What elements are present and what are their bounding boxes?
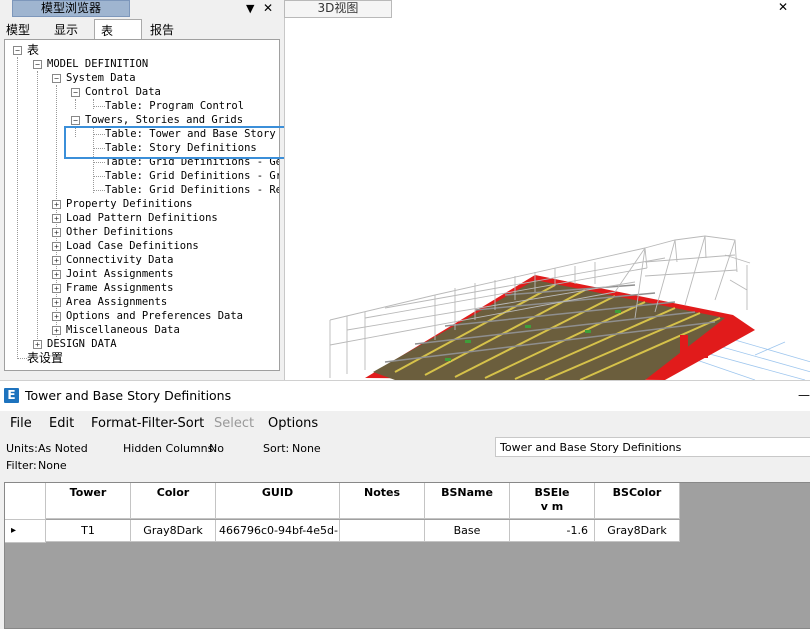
tables-tree: − 表 − MODEL DEFINITION − System Data − C… (4, 39, 280, 371)
pin-dropdown-icon[interactable]: ▼ (246, 1, 254, 16)
tree-node-label: 表 (27, 43, 40, 57)
tree-node-label: Towers, Stories and Grids (85, 114, 244, 126)
close-icon[interactable]: ✕ (778, 0, 788, 15)
tab-reports[interactable]: 报告 (144, 19, 180, 38)
table-cell[interactable]: -1.6 (510, 520, 595, 542)
tree-leaf-program-control[interactable]: Table: Program Control (105, 99, 244, 113)
tab-model[interactable]: 模型 (0, 19, 36, 38)
hidden-columns-value: No (209, 442, 224, 455)
filter-label: Filter: (6, 459, 37, 472)
table-cell[interactable]: 466796c0-94bf-4e5d-... (216, 520, 340, 542)
tree-node-table-settings[interactable]: 表设置 (27, 351, 63, 365)
tree-node-label: Other Definitions (66, 226, 174, 238)
column-header-tower[interactable]: Tower (46, 483, 131, 519)
column-header-color[interactable]: Color (131, 483, 216, 519)
tree-node-label: Area Assignments (66, 296, 168, 308)
expand-icon[interactable]: + (33, 340, 42, 349)
collapse-icon[interactable]: − (52, 74, 61, 83)
menu-select[interactable]: Select (214, 411, 254, 437)
model-browser-panel: 模型浏览器 ▼ ✕ 模型 显示 表 报告 − 表 − MODEL DEFINIT… (0, 0, 331, 380)
browser-title: 模型浏览器 (12, 0, 130, 17)
units-value: As Noted (38, 442, 88, 455)
collapse-icon[interactable]: − (71, 116, 80, 125)
table-title-field[interactable]: Tower and Base Story Definitions (495, 437, 810, 457)
sort-label: Sort: (263, 442, 290, 455)
tree-leaf-grid-definitions-ref[interactable]: Table: Grid Definitions - Re (105, 183, 279, 197)
expand-icon[interactable]: + (52, 312, 61, 321)
column-header-bsname[interactable]: BSName (425, 483, 510, 519)
browser-titlebar: 模型浏览器 ▼ ✕ (0, 0, 282, 17)
tree-node-label: Control Data (85, 86, 161, 98)
filter-value: None (38, 459, 67, 472)
expand-icon[interactable]: + (52, 298, 61, 307)
tab-3d-view[interactable]: 3D视图 (284, 0, 392, 18)
tree-node-label: Load Case Definitions (66, 240, 199, 252)
3d-view-panel[interactable] (284, 0, 810, 381)
expand-icon[interactable]: + (52, 326, 61, 335)
tree-node-label: Connectivity Data (66, 254, 174, 266)
expand-icon[interactable]: + (52, 228, 61, 237)
tab-display[interactable]: 显示 (48, 19, 84, 38)
table-cell[interactable]: T1 (46, 520, 131, 542)
table-window-titlebar: E Tower and Base Story Definitions — (0, 381, 810, 411)
sort-value: None (292, 442, 321, 455)
hidden-columns-label: Hidden Columns: (123, 442, 218, 455)
expand-icon[interactable]: + (52, 284, 61, 293)
minimize-button[interactable]: — (798, 381, 810, 409)
table-window: E Tower and Base Story Definitions — Fil… (0, 380, 810, 629)
expand-icon[interactable]: + (52, 242, 61, 251)
tree-node-label: Load Pattern Definitions (66, 212, 218, 224)
expand-icon[interactable]: + (52, 270, 61, 279)
table-cell[interactable]: Gray8Dark (595, 520, 680, 542)
tree-node-label: MODEL DEFINITION (47, 58, 149, 70)
close-icon[interactable]: ✕ (263, 1, 273, 16)
menu-file[interactable]: File (10, 411, 32, 437)
table-window-title: Tower and Base Story Definitions (25, 388, 232, 403)
column-header-notes[interactable]: Notes (340, 483, 425, 519)
3d-model-render[interactable] (285, 0, 810, 381)
column-header-bselev[interactable]: BSElev m (510, 483, 595, 519)
tab-tables[interactable]: 表 (94, 19, 142, 39)
browser-tabs: 模型 显示 表 报告 (0, 19, 282, 39)
data-grid: Tower Color GUID Notes BSName BSElev m B… (4, 482, 810, 629)
app-icon: E (4, 388, 19, 403)
tree-node-label: Joint Assignments (66, 268, 174, 280)
collapse-icon[interactable]: − (13, 46, 22, 55)
tree-node-label: Frame Assignments (66, 282, 174, 294)
row-header[interactable]: ▸ (5, 520, 46, 543)
expand-icon[interactable]: + (52, 256, 61, 265)
table-cell[interactable]: Base (425, 520, 510, 542)
table-cell[interactable]: Gray8Dark (131, 520, 216, 542)
column-header-guid[interactable]: GUID (216, 483, 340, 519)
tree-node-label: System Data (66, 72, 136, 84)
expand-icon[interactable]: + (52, 214, 61, 223)
collapse-icon[interactable]: − (71, 88, 80, 97)
tree-node-label: Options and Preferences Data (66, 310, 244, 322)
menu-edit[interactable]: Edit (49, 411, 74, 437)
tree-node-label: Miscellaneous Data (66, 324, 180, 336)
column-header-bscolor[interactable]: BSColor (595, 483, 680, 519)
tree-node-label: DESIGN DATA (47, 338, 117, 350)
expand-icon[interactable]: + (52, 200, 61, 209)
tree-node-label: Property Definitions (66, 198, 193, 210)
grid-corner[interactable] (5, 483, 46, 520)
menu-format-filter-sort[interactable]: Format-Filter-Sort (91, 411, 204, 437)
table-cell[interactable] (340, 520, 425, 542)
menu-bar: File Edit Format-Filter-Sort Select Opti… (0, 411, 810, 435)
tree-leaf-grid-definitions-grid[interactable]: Table: Grid Definitions - Gr (105, 169, 279, 183)
current-row-indicator-icon: ▸ (11, 525, 17, 536)
menu-options[interactable]: Options (268, 411, 318, 437)
units-label: Units: (6, 442, 38, 455)
collapse-icon[interactable]: − (33, 60, 42, 69)
